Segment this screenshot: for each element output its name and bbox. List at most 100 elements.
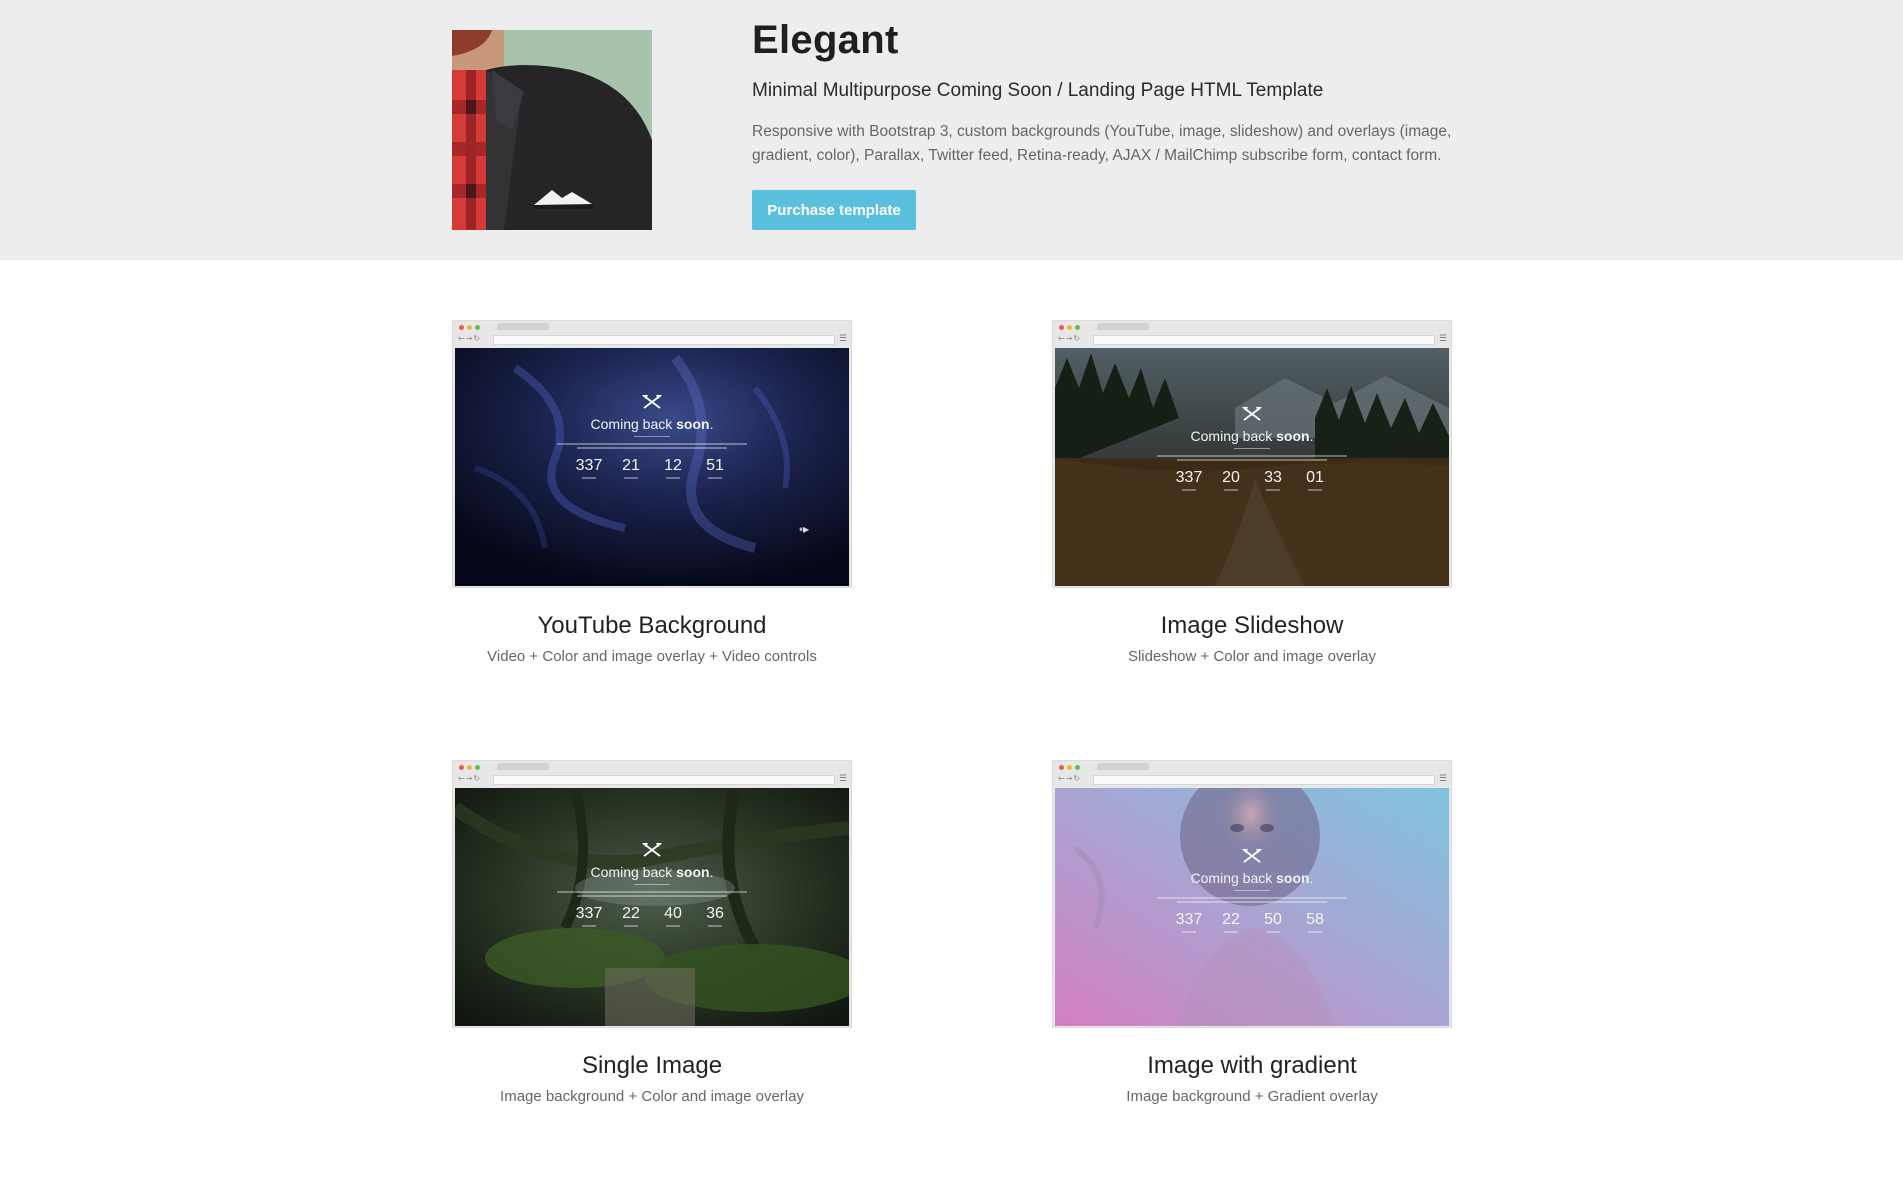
maximize-dot-icon — [1075, 765, 1080, 770]
browser-toolbar: ←→↻ ☰ — [453, 761, 851, 787]
maximize-dot-icon — [1075, 325, 1080, 330]
countdown-hours: 22 — [622, 905, 640, 922]
hamburger-menu-icon: ☰ — [1439, 334, 1448, 344]
maximize-dot-icon — [475, 325, 480, 330]
template-preview-link[interactable]: ←→↻ ☰ — [1052, 320, 1452, 588]
crossed-axes-icon — [1242, 407, 1262, 421]
card-title: YouTube Background — [537, 612, 767, 639]
countdown-hours: 22 — [1222, 911, 1240, 928]
browser-mockup: ←→↻ ☰ — [1052, 760, 1452, 1028]
coming-soon-block: Coming back soon. 337 22 50 58 — [1055, 848, 1449, 933]
template-card-slideshow: ←→↻ ☰ Coming back soon. 337 20 33 01 Ima… — [1052, 320, 1452, 665]
template-card-youtube: ←→↻ ☰ Coming back soon. 337 21 12 51 ⏸▶ … — [452, 320, 852, 665]
template-preview-link[interactable]: ←→↻ ☰ — [452, 760, 852, 1028]
crossed-axes-icon — [642, 843, 662, 857]
card-subtitle: Slideshow + Color and image overlay — [1127, 648, 1377, 665]
coming-soon-heading: Coming back soon. — [590, 864, 714, 880]
minimize-dot-icon — [467, 325, 472, 330]
page-subtitle: Minimal Multipurpose Coming Soon / Landi… — [752, 80, 1324, 101]
purchase-template-button[interactable]: Purchase template — [752, 190, 916, 230]
close-dot-icon — [459, 765, 464, 770]
heading-divider — [1234, 890, 1270, 891]
browser-tab — [497, 323, 549, 330]
browser-nav-icon: ←→↻ — [1058, 774, 1082, 783]
card-subtitle: Video + Color and image overlay + Video … — [487, 648, 817, 665]
countdown: 337 22 50 58 — [1055, 911, 1449, 933]
coming-soon-heading: Coming back soon. — [1190, 428, 1314, 444]
countdown-days: 337 — [1175, 469, 1203, 486]
template-card-gradient: ←→↻ ☰ Coming back soon. 337 22 50 58 Ima… — [1052, 760, 1452, 1105]
coming-soon-heading: Coming back soon. — [590, 416, 714, 432]
close-dot-icon — [459, 325, 464, 330]
browser-toolbar: ←→↻ ☰ — [453, 321, 851, 347]
video-controls-icon: ⏸▶ — [799, 525, 810, 534]
close-dot-icon — [1059, 325, 1064, 330]
countdown-minutes: 50 — [1264, 911, 1282, 928]
card-subtitle: Image background + Color and image overl… — [500, 1088, 804, 1105]
template-screenshot: Coming back soon. 337 21 12 51 ⏸▶ — [455, 348, 849, 586]
placeholder-text-lines — [557, 891, 747, 897]
countdown-seconds: 51 — [706, 457, 724, 474]
minimize-dot-icon — [467, 765, 472, 770]
placeholder-text-lines — [1157, 897, 1347, 903]
countdown-days: 337 — [1175, 911, 1203, 928]
countdown: 337 22 40 36 — [455, 905, 849, 927]
countdown-days: 337 — [575, 905, 603, 922]
browser-mockup: ←→↻ ☰ — [1052, 320, 1452, 588]
maximize-dot-icon — [475, 765, 480, 770]
close-dot-icon — [1059, 765, 1064, 770]
template-preview-link[interactable]: ←→↻ ☰ — [1052, 760, 1452, 1028]
header-band: Elegant Minimal Multipurpose Coming Soon… — [0, 0, 1903, 260]
countdown: 337 20 33 01 — [1055, 469, 1449, 491]
countdown-minutes: 40 — [664, 905, 682, 922]
countdown: 337 21 12 51 — [455, 457, 849, 479]
countdown-minutes: 12 — [664, 457, 682, 474]
countdown-hours: 20 — [1222, 469, 1240, 486]
card-title: Single Image — [581, 1052, 723, 1079]
card-title: Image with gradient — [1147, 1052, 1357, 1079]
card-subtitle: Image background + Gradient overlay — [1126, 1088, 1378, 1105]
template-screenshot: Coming back soon. 337 22 50 58 — [1055, 788, 1449, 1026]
coming-soon-block: Coming back soon. 337 20 33 01 — [1055, 406, 1449, 491]
lumberjack-jacket-illustration — [452, 30, 652, 230]
browser-toolbar: ←→↻ ☰ — [1053, 761, 1451, 787]
browser-mockup: ←→↻ ☰ — [452, 320, 852, 588]
card-title: Image Slideshow — [1160, 612, 1344, 639]
hamburger-menu-icon: ☰ — [839, 774, 848, 784]
countdown-hours: 21 — [622, 457, 640, 474]
crossed-axes-icon — [1242, 849, 1262, 863]
template-preview-link[interactable]: ←→↻ ☰ — [452, 320, 852, 588]
heading-divider — [634, 436, 670, 437]
minimize-dot-icon — [1067, 765, 1072, 770]
coming-soon-heading: Coming back soon. — [1190, 870, 1314, 886]
countdown-seconds: 36 — [706, 905, 724, 922]
url-bar — [1093, 775, 1435, 785]
browser-tab — [1097, 763, 1149, 770]
browser-nav-icon: ←→↻ — [1058, 334, 1082, 343]
countdown-minutes: 33 — [1264, 469, 1282, 486]
countdown-days: 337 — [575, 457, 603, 474]
heading-divider — [1234, 448, 1270, 449]
template-logo — [452, 30, 652, 230]
template-screenshot: Coming back soon. 337 20 33 01 — [1055, 348, 1449, 586]
placeholder-text-lines — [1157, 455, 1347, 461]
minimize-dot-icon — [1067, 325, 1072, 330]
hamburger-menu-icon: ☰ — [1439, 774, 1448, 784]
browser-tab — [1097, 323, 1149, 330]
coming-soon-block: Coming back soon. 337 22 40 36 — [455, 842, 849, 927]
browser-nav-icon: ←→↻ — [458, 774, 482, 783]
template-card-single-image: ←→↻ ☰ Coming back soon. 337 22 40 36 Sin… — [452, 760, 852, 1105]
url-bar — [1093, 335, 1435, 345]
crossed-axes-icon — [642, 395, 662, 409]
placeholder-text-lines — [557, 443, 747, 449]
countdown-seconds: 01 — [1306, 469, 1324, 486]
hamburger-menu-icon: ☰ — [839, 334, 848, 344]
browser-toolbar: ←→↻ ☰ — [1053, 321, 1451, 347]
coming-soon-block: Coming back soon. 337 21 12 51 — [455, 394, 849, 479]
url-bar — [493, 775, 835, 785]
template-screenshot: Coming back soon. 337 22 40 36 — [455, 788, 849, 1026]
heading-divider — [634, 884, 670, 885]
template-description: Responsive with Bootstrap 3, custom back… — [752, 123, 1452, 164]
countdown-seconds: 58 — [1306, 911, 1324, 928]
url-bar — [493, 335, 835, 345]
